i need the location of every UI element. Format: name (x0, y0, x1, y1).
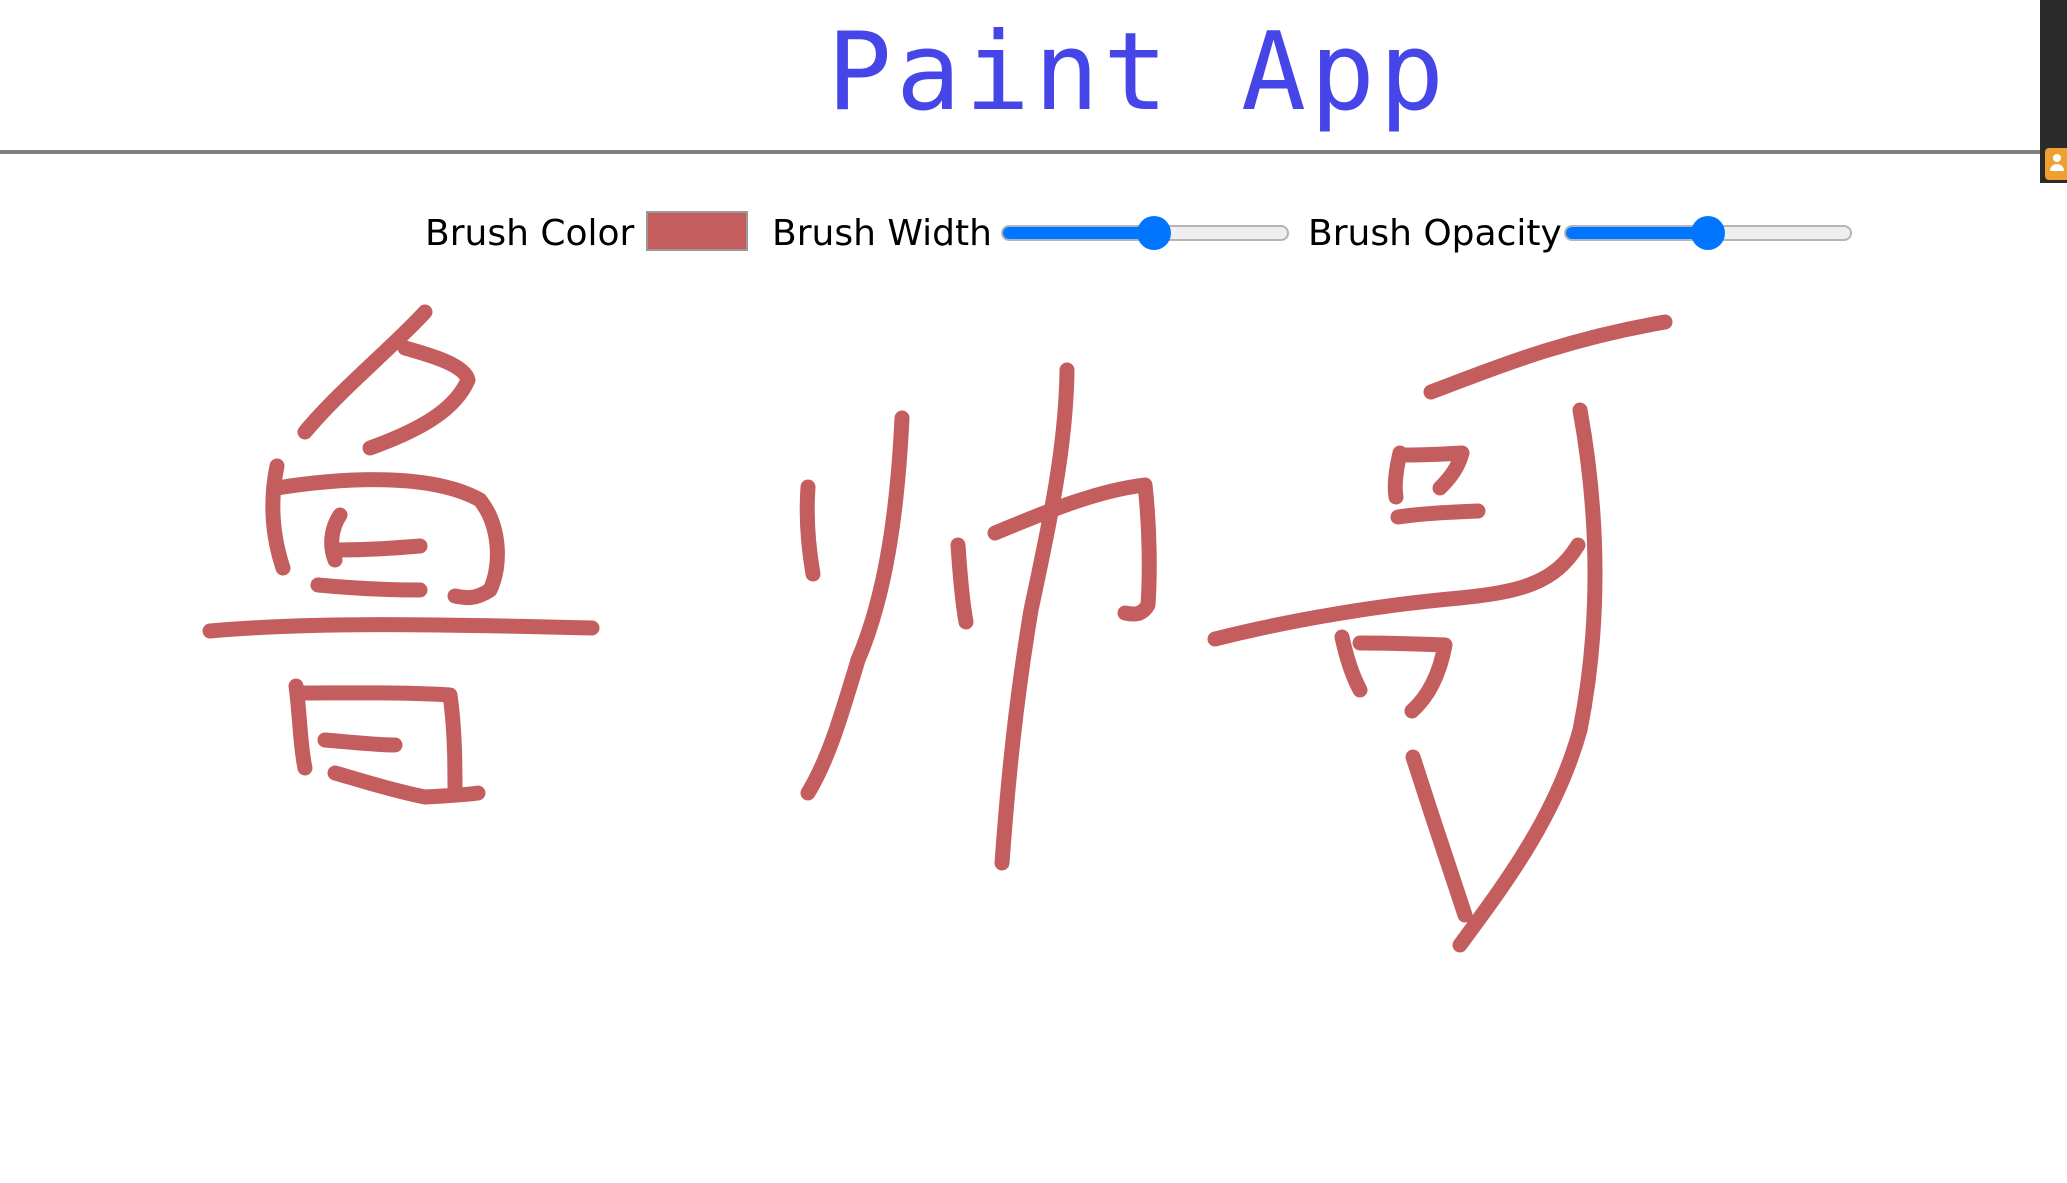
drawn-stroke-group-3 (1207, 314, 1673, 953)
canvas-svg (202, 304, 1673, 953)
brush-opacity-label: Brush Opacity (1308, 213, 1562, 254)
drawn-stroke-group-1 (202, 304, 600, 805)
drawing-canvas[interactable] (0, 280, 2067, 1183)
brush-width-label: Brush Width (772, 213, 992, 254)
drawn-stroke (297, 304, 433, 440)
app-header: Paint App (0, 0, 2040, 150)
drawn-stroke (327, 538, 428, 558)
drawn-stroke (202, 617, 600, 639)
brush-width-slider[interactable] (1001, 216, 1289, 250)
brush-width-fill (1003, 227, 1154, 239)
drawn-stroke (1207, 537, 1586, 647)
drawn-stroke (950, 537, 974, 630)
drawn-stroke (1352, 635, 1453, 719)
brush-opacity-slider[interactable] (1564, 216, 1852, 250)
brush-width-thumb[interactable] (1136, 216, 1171, 250)
drawn-stroke (987, 477, 1157, 622)
page-title: Paint App (826, 10, 1449, 135)
drawn-stroke (800, 410, 910, 801)
drawn-stroke (1423, 314, 1673, 400)
header-divider (0, 150, 2040, 154)
brush-opacity-thumb[interactable] (1691, 216, 1725, 250)
drawn-stroke-group-2 (799, 362, 1157, 871)
drawn-stroke (1452, 402, 1603, 953)
drawn-stroke (362, 340, 476, 456)
drawn-stroke (310, 577, 428, 598)
user-icon[interactable] (2045, 148, 2067, 180)
drawn-stroke (1397, 445, 1470, 496)
brush-toolbar: Brush Color Brush Width Brush Opacity (0, 208, 2040, 258)
brush-color-label: Brush Color (425, 213, 635, 254)
brush-color-picker[interactable] (646, 211, 748, 251)
brush-opacity-fill (1566, 227, 1708, 239)
drawn-stroke (994, 362, 1075, 871)
drawn-stroke (269, 472, 505, 606)
drawn-stroke (799, 479, 821, 582)
drawn-stroke (1405, 749, 1473, 923)
drawn-stroke (1390, 503, 1486, 525)
drawn-stroke (317, 732, 403, 753)
